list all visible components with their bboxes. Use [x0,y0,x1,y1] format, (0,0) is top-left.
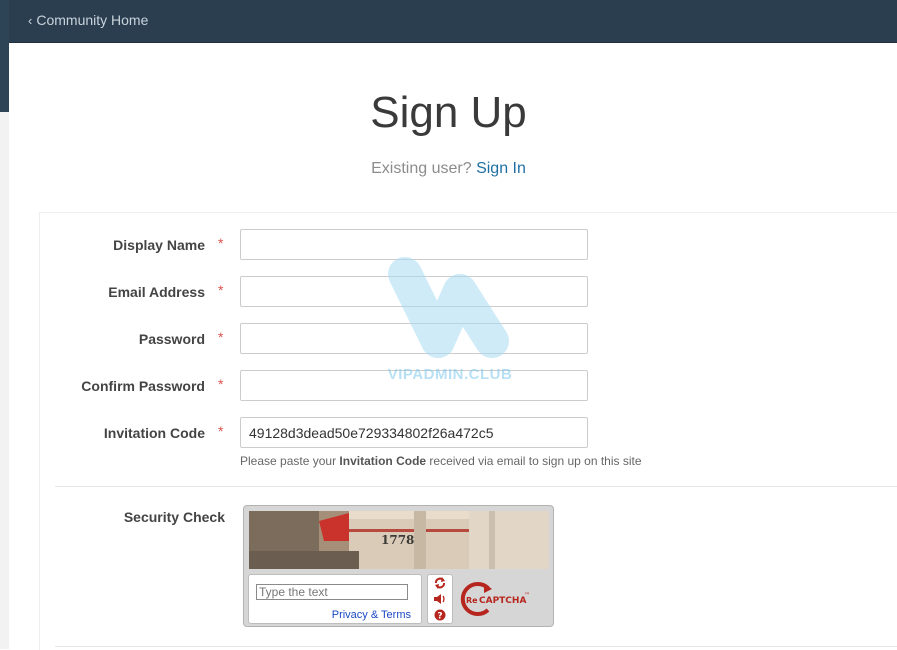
captcha-photo: 1778 [249,511,549,569]
captcha-image-text: 1778 [381,533,414,547]
confirm-password-label: Confirm Password [81,378,205,394]
captcha-reload-button[interactable] [428,575,452,591]
captcha-audio-button[interactable] [428,591,452,607]
hint-text-bold: Invitation Code [339,454,427,468]
speaker-icon [434,594,445,604]
invitation-code-hint: Please paste your Invitation Code receiv… [240,454,642,468]
recaptcha-logo-icon: Re CAPTCHA ™ [460,582,530,616]
required-marker: * [218,423,224,439]
password-label: Password [138,331,205,347]
section-divider [55,486,897,487]
captcha-image: 1778 [249,511,549,569]
invitation-code-label: Invitation Code [103,425,205,441]
community-home-link[interactable]: ‹ Community Home [28,12,148,28]
svg-text:CAPTCHA: CAPTCHA [479,596,526,606]
captcha-help-button[interactable]: ? [428,607,452,623]
email-address-input[interactable] [240,276,588,307]
existing-user-text: Existing user? [371,160,472,177]
email-address-label: Email Address [108,284,205,300]
svg-text:?: ? [437,612,442,622]
confirm-password-input[interactable] [240,370,588,401]
help-icon: ? [434,609,446,621]
svg-text:™: ™ [524,592,530,599]
svg-text:Re: Re [466,596,478,605]
required-marker: * [218,235,224,251]
required-marker: * [218,376,224,392]
hint-text-start: Please paste your [240,454,340,468]
required-marker: * [218,329,224,345]
recaptcha-widget: 1778 Privacy & Terms ? [243,505,554,627]
display-name-input[interactable] [240,229,588,260]
display-name-label: Display Name [113,237,205,253]
existing-user-prompt: Existing user? Sign In [0,160,897,178]
sign-in-link[interactable]: Sign In [476,160,526,177]
invitation-code-input[interactable] [240,417,588,448]
captcha-controls: ? [427,574,453,624]
password-input[interactable] [240,323,588,354]
security-check-label: Security Check [123,509,225,525]
page-title: Sign Up [370,88,527,137]
hint-text-end: received via email to sign up on this si… [426,454,642,468]
community-home-label: Community Home [36,12,149,28]
refresh-icon [435,577,445,589]
privacy-terms-link[interactable]: Privacy & Terms [332,609,411,621]
recaptcha-logo: Re CAPTCHA ™ [458,580,538,618]
required-marker: * [218,282,224,298]
section-divider-bottom [55,646,897,647]
top-navigation-bar: ‹ Community Home [9,0,897,43]
captcha-response-input[interactable] [256,584,408,600]
captcha-input-area: Privacy & Terms [248,574,422,624]
chevron-left-icon: ‹ [28,13,33,28]
